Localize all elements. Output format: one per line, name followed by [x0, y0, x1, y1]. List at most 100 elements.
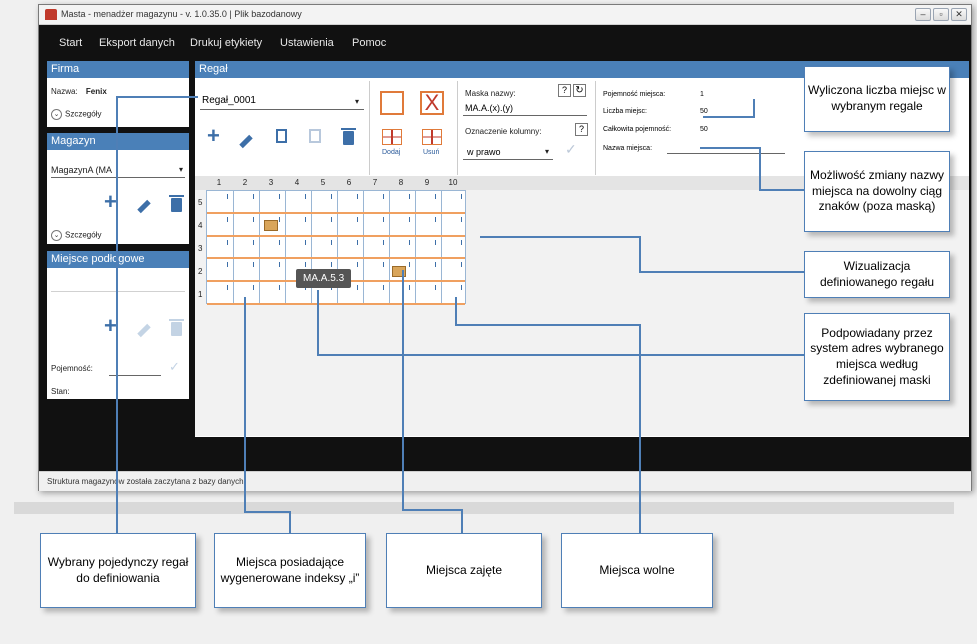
slot-index-marker[interactable] [253, 285, 254, 291]
magazyn-details-toggle[interactable]: ⌄ Szczegóły [51, 230, 101, 241]
slot-index-marker[interactable] [409, 194, 410, 199]
slot-index-marker[interactable] [331, 262, 332, 268]
slot-index-marker[interactable] [357, 216, 358, 222]
callout-indexed-places: Miejsca posiadające wygenerowane indeksy… [214, 533, 366, 608]
slot-index-marker[interactable] [383, 194, 384, 199]
slot-index-marker[interactable] [227, 285, 228, 291]
menu-drukuj[interactable]: Drukuj etykiety [190, 37, 262, 49]
remove-column-label[interactable]: Usuń [423, 149, 439, 156]
shelf-frame-icon[interactable] [380, 91, 404, 115]
slot-index-marker[interactable] [331, 216, 332, 222]
refresh-icon[interactable]: ↻ [573, 84, 586, 97]
remove-column-icon[interactable] [422, 129, 442, 145]
delete-regal-icon[interactable] [341, 128, 356, 145]
delete-magazyn-icon[interactable] [169, 195, 184, 212]
slot-index-marker[interactable] [227, 216, 228, 222]
callout-suggested-address: Podpowiadany przez system adres wybraneg… [804, 313, 950, 401]
slot-index-marker[interactable] [279, 216, 280, 222]
slot-index-marker[interactable] [461, 239, 462, 245]
slot-index-marker[interactable] [331, 239, 332, 245]
slot-index-marker[interactable] [253, 216, 254, 222]
slot-index-marker[interactable] [227, 239, 228, 245]
edit-regal-icon[interactable] [239, 134, 253, 149]
slot-index-marker[interactable] [435, 194, 436, 199]
occupied-box-icon[interactable] [264, 220, 278, 231]
slot-index-marker[interactable] [227, 262, 228, 268]
edit-magazyn-icon[interactable] [137, 199, 151, 214]
slot-index-marker[interactable] [357, 239, 358, 245]
slot-index-marker[interactable] [227, 194, 228, 199]
maximize-button[interactable]: ▫ [933, 8, 949, 21]
miejsce-capacity-input[interactable] [109, 375, 161, 376]
slot-index-marker[interactable] [383, 216, 384, 222]
column-number: 2 [242, 178, 248, 187]
firma-name-label: Nazwa: [51, 87, 78, 96]
close-button[interactable]: ✕ [951, 8, 967, 21]
slot-index-marker[interactable] [409, 285, 410, 291]
column-number: 7 [372, 178, 378, 187]
copy-regal-icon[interactable] [276, 129, 287, 143]
slot-index-marker[interactable] [305, 194, 306, 199]
slot-index-marker[interactable] [357, 194, 358, 199]
add-magazyn-icon[interactable]: + [104, 189, 117, 215]
slot-index-marker[interactable] [461, 285, 462, 291]
slot-index-marker[interactable] [331, 194, 332, 199]
place-name-input[interactable] [667, 153, 785, 154]
firma-details-toggle[interactable]: ⌄ Szczegóły [51, 109, 101, 120]
row-number: 1 [198, 290, 203, 299]
slot-index-marker[interactable] [435, 262, 436, 268]
regal-select[interactable]: Regał_0001 [202, 95, 256, 106]
rack-column-divider [285, 191, 286, 303]
column-direction-select[interactable]: w prawo [467, 147, 501, 157]
slot-index-marker[interactable] [305, 262, 306, 268]
slot-index-marker[interactable] [409, 239, 410, 245]
window-title: Masta - menadżer magazynu - v. 1.0.35.0 … [61, 9, 302, 19]
slot-index-marker[interactable] [409, 262, 410, 268]
slot-index-marker[interactable] [279, 262, 280, 268]
slot-index-marker[interactable] [383, 285, 384, 291]
add-miejsce-icon[interactable]: + [104, 313, 117, 339]
slot-index-marker[interactable] [253, 239, 254, 245]
slot-index-marker[interactable] [357, 285, 358, 291]
slot-index-marker[interactable] [435, 285, 436, 291]
add-column-icon[interactable] [382, 129, 402, 145]
menu-start[interactable]: Start [59, 37, 82, 49]
mask-help-button[interactable]: ? [558, 84, 571, 97]
slot-index-marker[interactable] [253, 262, 254, 268]
minimize-button[interactable]: ‒ [915, 8, 931, 21]
slot-index-marker[interactable] [357, 262, 358, 268]
slot-index-marker[interactable] [279, 285, 280, 291]
menu-eksport[interactable]: Eksport danych [99, 37, 175, 49]
menu-pomoc[interactable]: Pomoc [352, 37, 386, 49]
slot-index-marker[interactable] [305, 216, 306, 222]
shelf-remove-x-icon[interactable]: X [420, 91, 444, 115]
slot-index-marker[interactable] [461, 262, 462, 268]
rack-shelf-beam [207, 211, 465, 214]
regal-dropdown-arrow-icon[interactable]: ▾ [355, 97, 359, 106]
slot-index-marker[interactable] [461, 194, 462, 199]
slot-index-marker[interactable] [279, 239, 280, 245]
menu-ustawienia[interactable]: Ustawienia [280, 37, 334, 49]
slot-index-marker[interactable] [461, 216, 462, 222]
column-dropdown-arrow-icon[interactable]: ▾ [545, 147, 549, 156]
menu-bar: Start Eksport danych Drukuj etykiety Ust… [39, 25, 971, 61]
slot-index-marker[interactable] [435, 239, 436, 245]
add-column-label[interactable]: Dodaj [382, 149, 400, 156]
row-number: 5 [198, 198, 203, 207]
add-regal-icon[interactable]: + [207, 123, 220, 149]
slot-index-marker[interactable] [383, 262, 384, 268]
magazyn-select[interactable]: MagazynA (MA [51, 165, 112, 175]
occupied-box-icon[interactable] [392, 266, 406, 277]
slot-index-marker[interactable] [383, 239, 384, 245]
mask-input[interactable]: MA.A.(x).(y) [465, 103, 513, 113]
slot-index-marker[interactable] [253, 194, 254, 199]
slot-index-marker[interactable] [409, 216, 410, 222]
magazyn-dropdown-arrow-icon[interactable]: ▾ [179, 165, 183, 174]
slot-index-marker[interactable] [435, 216, 436, 222]
status-bar: Struktura magazynów została zaczytana z … [39, 471, 971, 491]
rack-shelf-beam [207, 303, 465, 305]
slot-index-marker[interactable] [305, 239, 306, 245]
column-help-button[interactable]: ? [575, 123, 588, 136]
slot-index-marker[interactable] [279, 194, 280, 199]
status-text: Struktura magazynów została zaczytana z … [47, 477, 246, 486]
